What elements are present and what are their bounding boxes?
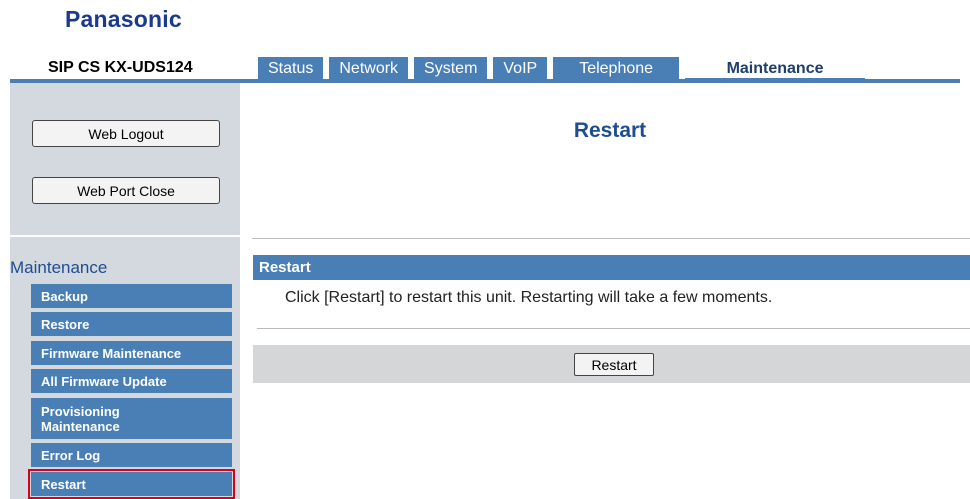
section-header: Restart bbox=[253, 255, 970, 280]
tab-status[interactable]: Status bbox=[258, 57, 324, 80]
web-port-close-button[interactable]: Web Port Close bbox=[32, 177, 220, 204]
sidebar: Web Logout Web Port Close Maintenance Ba… bbox=[10, 83, 240, 499]
restart-button[interactable]: Restart bbox=[574, 353, 654, 376]
tab-telephone[interactable]: Telephone bbox=[553, 57, 680, 80]
tab-maintenance[interactable]: Maintenance bbox=[685, 57, 866, 80]
model-name: SIP CS KX-UDS124 bbox=[48, 59, 193, 76]
sidebar-item-restart[interactable]: Restart bbox=[28, 469, 235, 499]
sidebar-item-provisioning-maintenance[interactable]: Provisioning Maintenance bbox=[31, 398, 232, 439]
content-divider bbox=[257, 328, 970, 329]
action-bar: Restart bbox=[253, 345, 970, 383]
web-logout-button[interactable]: Web Logout bbox=[32, 120, 220, 147]
main-tabs: Status Network System VoIP Telephone Mai… bbox=[258, 57, 866, 80]
sidebar-item-all-firmware-update[interactable]: All Firmware Update bbox=[31, 369, 232, 393]
tab-system[interactable]: System bbox=[414, 57, 488, 80]
page-title: Restart bbox=[573, 119, 647, 142]
brand-logo: Panasonic bbox=[65, 6, 182, 32]
sidebar-item-backup[interactable]: Backup bbox=[31, 284, 232, 308]
sidebar-divider bbox=[10, 235, 240, 237]
sidebar-section-title: Maintenance bbox=[10, 258, 108, 277]
header-divider bbox=[252, 238, 970, 239]
sidebar-item-firmware-maintenance[interactable]: Firmware Maintenance bbox=[31, 341, 232, 365]
tab-network[interactable]: Network bbox=[329, 57, 409, 80]
page-header: Restart bbox=[240, 83, 970, 238]
restart-description: Click [Restart] to restart this unit. Re… bbox=[285, 289, 773, 306]
tab-voip[interactable]: VoIP bbox=[493, 57, 548, 80]
sidebar-item-restore[interactable]: Restore bbox=[31, 312, 232, 336]
sidebar-item-error-log[interactable]: Error Log bbox=[31, 443, 232, 467]
